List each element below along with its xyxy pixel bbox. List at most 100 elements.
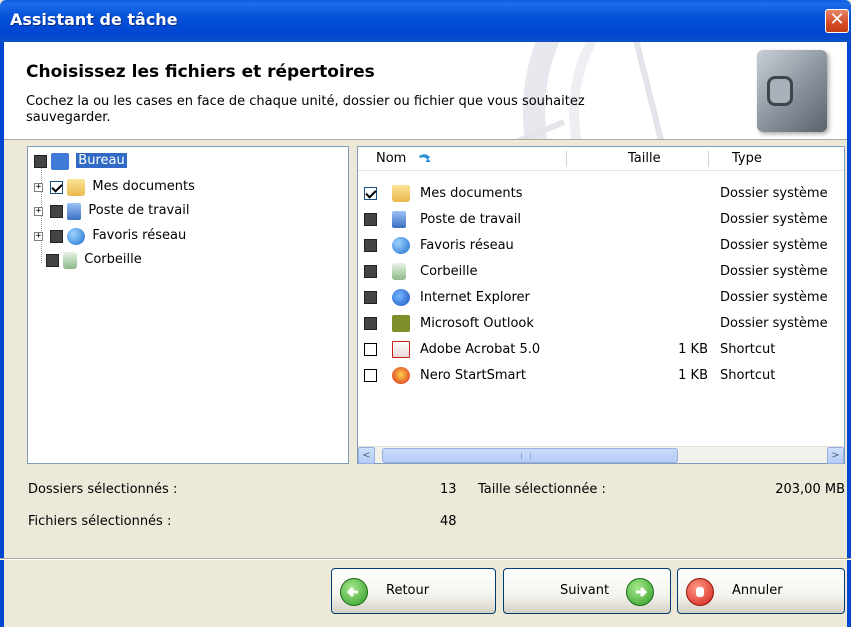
folders-selected-value: 13 [440, 482, 457, 497]
list-item[interactable]: Adobe Acrobat 5.0 1 KB Shortcut [358, 337, 844, 363]
file-type: Dossier système [720, 290, 828, 305]
outlook-icon [392, 315, 410, 332]
row-checkbox[interactable] [364, 239, 377, 252]
safe-dial-icon [767, 76, 793, 106]
globe-icon [67, 227, 86, 245]
row-checkbox[interactable] [364, 291, 377, 304]
title-bar: Assistant de tâche ✕ [0, 0, 851, 42]
page-title: Choisissez les fichiers et répertoires [26, 62, 375, 82]
tree-item-mes-documents[interactable]: + Mes documents [34, 176, 195, 198]
file-name: Microsoft Outlook [420, 316, 534, 331]
list-item[interactable]: Internet Explorer Dossier système [358, 285, 844, 311]
expand-icon[interactable]: + [34, 231, 43, 241]
row-checkbox[interactable] [364, 317, 377, 330]
next-arrow-icon [626, 578, 654, 606]
scroll-left-button[interactable]: < [358, 447, 375, 464]
list-item[interactable]: Microsoft Outlook Dossier système [358, 311, 844, 337]
file-type: Dossier système [720, 238, 828, 253]
scroll-thumb[interactable] [382, 448, 678, 463]
horizontal-scrollbar[interactable]: < > [358, 446, 844, 464]
next-button-label: Suivant [560, 583, 610, 598]
close-button[interactable]: ✕ [825, 9, 849, 33]
back-button[interactable]: Retour [331, 568, 496, 614]
stop-hand-icon [686, 578, 714, 606]
tree-checkbox[interactable] [46, 253, 59, 267]
size-selected-value: 203,00 MB [775, 482, 845, 497]
tree-item-poste-de-travail[interactable]: + Poste de travail [34, 200, 189, 222]
wizard-header: Choisissez les fichiers et répertoires C… [4, 42, 847, 140]
list-item[interactable]: Favoris réseau Dossier système [358, 233, 844, 259]
row-checkbox[interactable] [364, 343, 377, 356]
tree-checkbox[interactable] [34, 154, 47, 168]
scroll-right-button[interactable]: > [827, 447, 844, 464]
folders-selected-label: Dossiers sélectionnés : [28, 482, 178, 497]
list-item[interactable]: Corbeille Dossier système [358, 259, 844, 285]
tree-checkbox[interactable] [50, 180, 64, 194]
list-header: Nom Taille Type [358, 147, 844, 171]
safe-icon [757, 50, 827, 132]
tree-item-label: Favoris réseau [92, 228, 187, 243]
scroll-grip-icon [521, 453, 531, 459]
back-arrow-icon [340, 578, 368, 606]
column-header-size[interactable]: Taille [628, 151, 661, 166]
next-button[interactable]: Suivant [503, 568, 671, 614]
nero-icon [392, 367, 410, 384]
tree-item-favoris-reseau[interactable]: + Favoris réseau [34, 225, 186, 247]
recycle-bin-icon [392, 263, 406, 280]
file-size: 1 KB [678, 342, 708, 357]
file-name: Poste de travail [420, 212, 522, 227]
file-type: Dossier système [720, 316, 828, 331]
page-description: Cochez la ou les cases en face de chaque… [26, 94, 585, 125]
recycle-bin-icon [63, 251, 78, 269]
file-name: Favoris réseau [420, 238, 514, 253]
column-header-name[interactable]: Nom [376, 151, 432, 166]
tree-checkbox[interactable] [50, 204, 64, 218]
tree-checkbox[interactable] [50, 229, 64, 243]
window-title: Assistant de tâche [10, 10, 178, 29]
list-item[interactable]: Nero StartSmart 1 KB Shortcut [358, 363, 844, 389]
row-checkbox[interactable] [364, 265, 377, 278]
tree-item-label: Poste de travail [88, 203, 190, 218]
row-checkbox[interactable] [364, 187, 377, 200]
internet-explorer-icon [392, 289, 410, 306]
file-type: Dossier système [720, 212, 828, 227]
desktop-icon [51, 152, 70, 170]
computer-icon [392, 211, 406, 228]
file-type: Dossier système [720, 264, 828, 279]
cancel-button-label: Annuler [732, 583, 783, 598]
file-list[interactable]: Nom Taille Type Mes documents Dossier sy… [357, 146, 845, 464]
folder-tree[interactable]: Bureau + Mes documents + Poste de travai… [27, 146, 349, 464]
file-type: Shortcut [720, 368, 776, 383]
size-selected-label: Taille sélectionnée : [478, 482, 606, 497]
tree-item-corbeille[interactable]: Corbeille [46, 249, 142, 271]
sort-arrow-icon [419, 153, 432, 162]
file-name: Internet Explorer [420, 290, 530, 305]
file-name: Nero StartSmart [420, 368, 526, 383]
folder-icon [392, 185, 410, 202]
window-frame-right [847, 42, 851, 627]
column-divider[interactable] [566, 151, 567, 167]
file-type: Shortcut [720, 342, 776, 357]
list-item[interactable]: Poste de travail Dossier système [358, 207, 844, 233]
file-name: Adobe Acrobat 5.0 [420, 342, 541, 357]
back-button-label: Retour [386, 583, 430, 598]
list-item[interactable]: Mes documents Dossier système [358, 181, 844, 207]
file-size: 1 KB [678, 368, 708, 383]
expand-icon[interactable]: + [34, 182, 43, 192]
file-name: Mes documents [420, 186, 523, 201]
file-name: Corbeille [420, 264, 478, 279]
files-selected-value: 48 [440, 514, 457, 529]
row-checkbox[interactable] [364, 369, 377, 382]
column-divider[interactable] [708, 151, 709, 167]
folder-icon [67, 178, 86, 196]
column-header-type[interactable]: Type [732, 151, 762, 166]
files-selected-label: Fichiers sélectionnés : [28, 514, 172, 529]
row-checkbox[interactable] [364, 213, 377, 226]
expand-icon[interactable]: + [34, 206, 43, 216]
tree-item-bureau[interactable]: Bureau [34, 150, 127, 172]
acrobat-icon [392, 341, 410, 358]
tree-item-label: Corbeille [84, 252, 142, 267]
cancel-button[interactable]: Annuler [677, 568, 845, 614]
tree-item-label: Bureau [76, 153, 127, 168]
footer-divider [0, 558, 851, 560]
